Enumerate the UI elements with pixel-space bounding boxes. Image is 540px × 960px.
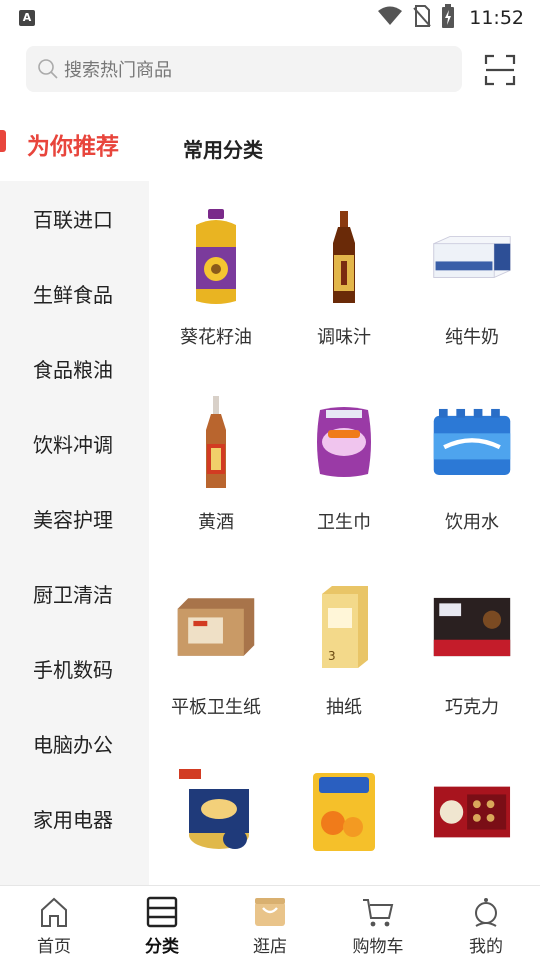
product-item[interactable] bbox=[280, 757, 408, 885]
product-name: 卫生巾 bbox=[317, 512, 371, 533]
tab-cart[interactable]: 购物车 bbox=[324, 886, 432, 960]
category-icon bbox=[144, 894, 180, 930]
shopping-bag-icon bbox=[252, 894, 288, 930]
milk-box-image bbox=[432, 202, 512, 312]
sidebar-item-label: 为你推荐 bbox=[27, 133, 119, 160]
cart-icon bbox=[360, 894, 396, 930]
sidebar-item-label: 家用电器 bbox=[33, 808, 113, 832]
battery-charging-icon bbox=[441, 4, 455, 32]
product-item[interactable]: 调味汁 bbox=[280, 202, 408, 387]
sanitary-pad-image bbox=[304, 387, 384, 497]
wifi-icon bbox=[377, 6, 403, 30]
tab-label: 我的 bbox=[469, 937, 503, 957]
sunflower-oil-image bbox=[176, 202, 256, 312]
product-name: 饮用水 bbox=[445, 512, 499, 533]
category-sidebar: 为你推荐 百联进口 生鲜食品 食品粮油 饮料冲调 美容护理 厨卫清洁 手机数码 … bbox=[0, 106, 149, 885]
sidebar-item-label: 厨卫清洁 bbox=[33, 583, 113, 607]
product-name: 调味汁 bbox=[317, 327, 371, 348]
sidebar-item-label: 生鲜食品 bbox=[33, 283, 113, 307]
status-icons: 11:52 bbox=[377, 4, 524, 32]
tab-label: 购物车 bbox=[352, 937, 404, 957]
no-sim-icon bbox=[413, 5, 431, 31]
product-name: 葵花籽油 bbox=[180, 327, 252, 348]
sidebar-item-label: 百联进口 bbox=[33, 208, 113, 232]
tab-label: 分类 bbox=[145, 937, 179, 957]
sidebar-item-beverages[interactable]: 饮料冲调 bbox=[0, 406, 149, 481]
search-icon bbox=[36, 57, 60, 81]
search-placeholder: 搜索热门商品 bbox=[64, 60, 172, 81]
product-item[interactable]: 黄酒 bbox=[152, 387, 280, 572]
tab-stores[interactable]: 逛店 bbox=[216, 886, 324, 960]
sidebar-item-fresh-food[interactable]: 生鲜食品 bbox=[0, 256, 149, 331]
sidebar-item-cleaning[interactable]: 厨卫清洁 bbox=[0, 556, 149, 631]
sidebar-item-beauty[interactable]: 美容护理 bbox=[0, 481, 149, 556]
svg-text:3: 3 bbox=[328, 649, 336, 663]
section-title: 常用分类 bbox=[183, 138, 263, 162]
app-notification-icon: A bbox=[19, 10, 35, 26]
sidebar-item-label: 手机数码 bbox=[33, 658, 113, 682]
status-bar: A 11:52 bbox=[0, 0, 540, 36]
product-item[interactable] bbox=[408, 757, 536, 885]
sidebar-item-phones[interactable]: 手机数码 bbox=[0, 631, 149, 706]
tissue-box-image: 3 bbox=[304, 572, 384, 682]
sidebar-item-label: 美容护理 bbox=[33, 508, 113, 532]
sidebar-item-label: 饮料冲调 bbox=[33, 433, 113, 457]
tab-label: 逛店 bbox=[253, 937, 287, 957]
sidebar-item-appliances[interactable]: 家用电器 bbox=[0, 781, 149, 856]
product-name: 平板卫生纸 bbox=[171, 697, 261, 718]
gift-cookies-image bbox=[432, 757, 512, 867]
tab-label: 首页 bbox=[37, 937, 71, 957]
product-item[interactable] bbox=[152, 757, 280, 885]
flat-tissue-image bbox=[176, 572, 256, 682]
product-item[interactable]: 平板卫生纸 bbox=[152, 572, 280, 757]
sidebar-item-imports[interactable]: 百联进口 bbox=[0, 181, 149, 256]
product-name: 黄酒 bbox=[198, 512, 234, 533]
tab-home[interactable]: 首页 bbox=[0, 886, 108, 960]
profile-icon bbox=[468, 894, 504, 930]
sidebar-item-label: 电脑办公 bbox=[33, 733, 113, 757]
yellow-wine-image bbox=[176, 387, 256, 497]
product-item[interactable]: 葵花籽油 bbox=[152, 202, 280, 387]
home-icon bbox=[36, 894, 72, 930]
tab-category[interactable]: 分类 bbox=[108, 886, 216, 960]
category-page: A 11:52 搜索热门商品 为你推荐 百联进口 生鲜食品 食品粮油 饮料冲调 … bbox=[0, 0, 540, 960]
butter-cookies-image bbox=[176, 757, 256, 867]
product-name: 纯牛奶 bbox=[445, 327, 499, 348]
bottled-water-image bbox=[432, 387, 512, 497]
product-item[interactable]: 巧克力 bbox=[408, 572, 536, 757]
product-item[interactable]: 纯牛奶 bbox=[408, 202, 536, 387]
product-item[interactable]: 饮用水 bbox=[408, 387, 536, 572]
category-content: 常用分类 葵花籽油 调味汁 纯牛奶 黄酒 卫生巾 饮用水 平板卫生纸 3 抽纸 … bbox=[149, 106, 540, 885]
tab-profile[interactable]: 我的 bbox=[432, 886, 540, 960]
scan-button[interactable] bbox=[484, 54, 516, 86]
seasoning-sauce-image bbox=[304, 202, 384, 312]
sidebar-item-grain-oil[interactable]: 食品粮油 bbox=[0, 331, 149, 406]
product-name: 巧克力 bbox=[445, 697, 499, 718]
product-name: 抽纸 bbox=[326, 697, 362, 718]
sidebar-item-computers[interactable]: 电脑办公 bbox=[0, 706, 149, 781]
chocolate-image bbox=[432, 572, 512, 682]
product-item[interactable]: 3 抽纸 bbox=[280, 572, 408, 757]
sidebar-item-label: 食品粮油 bbox=[33, 358, 113, 382]
wet-wipes-image bbox=[304, 757, 384, 867]
sidebar-item-recommended[interactable]: 为你推荐 bbox=[0, 106, 149, 181]
search-input[interactable]: 搜索热门商品 bbox=[26, 46, 462, 92]
product-item[interactable]: 卫生巾 bbox=[280, 387, 408, 572]
scan-icon bbox=[484, 54, 516, 86]
product-grid: 葵花籽油 调味汁 纯牛奶 黄酒 卫生巾 饮用水 平板卫生纸 3 抽纸 巧克力 bbox=[152, 202, 536, 885]
status-time: 11:52 bbox=[469, 7, 524, 29]
active-indicator bbox=[0, 130, 6, 152]
bottom-tab-bar: 首页 分类 逛店 购物车 我的 bbox=[0, 885, 540, 960]
